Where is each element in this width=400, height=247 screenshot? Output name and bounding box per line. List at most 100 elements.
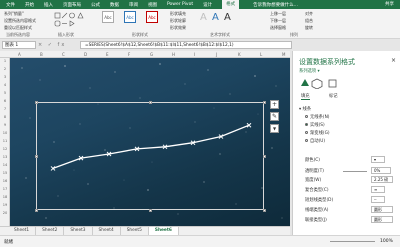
rotate-button[interactable]: 旋转 <box>305 25 313 31</box>
group-button[interactable]: 组合 <box>305 18 313 24</box>
line-section-header[interactable]: ▾ 线条 <box>299 106 311 112</box>
row-header[interactable]: 5 <box>0 91 10 95</box>
zoom-level[interactable]: 100% <box>380 239 393 244</box>
tab-page-layout[interactable]: 页面布局 <box>63 2 81 8</box>
tab-home[interactable]: 开始 <box>25 2 34 8</box>
selection-pane-button[interactable]: 选择窗格 <box>270 25 286 31</box>
row-header[interactable]: 3 <box>0 75 10 79</box>
tab-formulas[interactable]: 公式 <box>91 2 100 8</box>
wordart-a-dark-icon[interactable]: A <box>224 11 231 25</box>
column-header[interactable]: E <box>106 51 109 58</box>
wordart-a-icon[interactable]: A <box>200 11 207 25</box>
row-header[interactable]: 13 <box>0 155 10 159</box>
dash-dropdown[interactable]: ┄ <box>371 196 385 203</box>
row-header[interactable]: 12 <box>0 147 10 151</box>
column-header[interactable]: D <box>84 51 87 58</box>
column-header[interactable]: C <box>62 51 65 58</box>
shape-style-1[interactable]: Abc <box>102 11 114 23</box>
resize-handle[interactable] <box>263 155 266 158</box>
close-icon[interactable]: × <box>391 57 396 64</box>
row-header[interactable]: 18 <box>0 195 10 199</box>
column-header[interactable]: L <box>260 51 262 58</box>
chart-elements-button[interactable]: + <box>270 100 279 109</box>
column-header[interactable]: A <box>18 51 21 58</box>
chart-filter-button[interactable]: ▼ <box>270 124 279 133</box>
column-header[interactable]: M <box>282 51 285 58</box>
resize-handle[interactable] <box>35 101 38 104</box>
shape-style-3[interactable]: Abc <box>146 11 158 23</box>
formula-input[interactable]: =SERIES(Sheet6!$A$12,Sheet6!$B$11:$I$11,… <box>80 41 292 49</box>
tab-file[interactable]: 文件 <box>6 2 15 8</box>
column-header[interactable]: H <box>172 51 175 58</box>
column-header[interactable]: J <box>216 51 217 58</box>
tab-view[interactable]: 视图 <box>148 2 157 8</box>
row-header[interactable]: 9 <box>0 123 10 127</box>
zoom-slider[interactable] <box>330 241 375 242</box>
sheet-tab[interactable]: Sheet2 <box>36 227 65 235</box>
share-button[interactable]: 共享 <box>385 1 394 7</box>
sheet-tab[interactable]: Sheet5 <box>121 227 149 235</box>
tab-format[interactable]: 格式 <box>222 0 240 9</box>
color-picker[interactable]: ▾ <box>371 156 385 163</box>
compound-dropdown[interactable]: ≡ <box>371 186 385 193</box>
tab-insert[interactable]: 插入 <box>44 2 53 8</box>
series-options-icon[interactable] <box>328 79 337 88</box>
row-header[interactable]: 20 <box>0 211 10 215</box>
row-header[interactable]: 6 <box>0 99 10 103</box>
shape-gallery[interactable] <box>54 12 94 28</box>
row-header[interactable]: 4 <box>0 83 10 87</box>
row-header[interactable]: 1 <box>0 59 10 63</box>
shape-outline-button[interactable]: 形状轮廓 <box>170 18 186 24</box>
row-header[interactable]: 7 <box>0 107 10 111</box>
format-selection-button[interactable]: 设置所选内容格式 <box>4 18 36 24</box>
tell-me-search[interactable]: 告诉我你想要做什么... <box>253 2 298 8</box>
wordart-a-blue-icon[interactable]: A <box>212 11 219 25</box>
align-button[interactable]: 对齐 <box>305 11 313 17</box>
shape-effect-button[interactable]: 形状效果 <box>170 25 186 31</box>
selection-dropdown[interactable]: 系列"销量" <box>4 11 24 17</box>
tab-review[interactable]: 审阅 <box>129 2 138 8</box>
resize-handle[interactable] <box>35 209 38 212</box>
column-header[interactable]: G <box>150 51 153 58</box>
name-box[interactable]: 图表 1 <box>2 41 36 49</box>
cap-dropdown[interactable]: 圆形 <box>371 206 393 213</box>
sheet-tab[interactable]: Sheet3 <box>64 227 93 235</box>
row-header[interactable]: 11 <box>0 139 10 143</box>
tab-fill[interactable]: 填充 <box>301 93 310 100</box>
shape-style-2[interactable]: Abc <box>124 11 136 23</box>
sheet-tab-active[interactable]: Sheet6 <box>148 227 179 235</box>
plot-area[interactable] <box>36 102 264 210</box>
no-line-option[interactable]: 无线条(N) <box>305 114 329 120</box>
send-backward-button[interactable]: 下移一层 <box>270 18 286 24</box>
chart-area[interactable]: + ✎ ▼ <box>10 58 290 226</box>
row-header[interactable]: 10 <box>0 131 10 135</box>
sheet-tab[interactable]: Sheet4 <box>93 227 121 235</box>
bring-forward-button[interactable]: 上移一层 <box>270 11 286 17</box>
shape-fill-button[interactable]: 形状填充 <box>170 11 186 17</box>
column-header[interactable]: I <box>194 51 195 58</box>
row-header[interactable]: 16 <box>0 179 10 183</box>
width-input[interactable]: 2.25 磅 <box>371 176 393 183</box>
row-header[interactable]: 19 <box>0 203 10 207</box>
tab-data[interactable]: 数据 <box>110 2 119 8</box>
resize-handle[interactable] <box>149 209 152 212</box>
tab-marker[interactable]: 标记 <box>329 93 338 99</box>
transparency-slider[interactable] <box>343 171 367 172</box>
solid-line-option[interactable]: 实线(S) <box>305 122 325 128</box>
row-header[interactable]: 17 <box>0 187 10 191</box>
sheet-tab[interactable]: Sheet1 <box>8 227 37 235</box>
row-header[interactable]: 14 <box>0 163 10 167</box>
column-header[interactable]: B <box>40 51 43 58</box>
column-header[interactable]: F <box>128 51 130 58</box>
join-dropdown[interactable]: 圆形 <box>371 216 393 223</box>
gradient-line-option[interactable]: 渐变线(G) <box>305 130 330 136</box>
resize-handle[interactable] <box>263 209 266 212</box>
auto-option[interactable]: 自动(U) <box>305 138 325 144</box>
reset-style-button[interactable]: 重设以匹配样式 <box>4 25 32 31</box>
effects-icon[interactable] <box>311 78 323 89</box>
row-header[interactable]: 8 <box>0 115 10 119</box>
tab-power-pivot[interactable]: Power Pivot <box>167 2 193 7</box>
chart-styles-button[interactable]: ✎ <box>270 112 279 121</box>
resize-handle[interactable] <box>263 101 266 104</box>
fill-line-icon[interactable] <box>301 79 309 86</box>
